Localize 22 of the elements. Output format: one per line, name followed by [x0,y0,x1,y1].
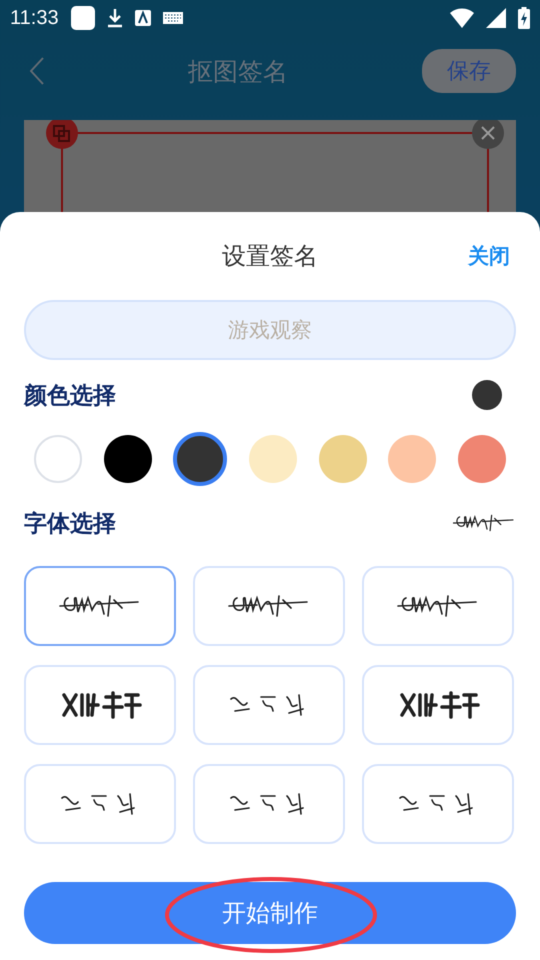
name-input-field[interactable]: 游戏观察 [24,300,516,360]
app-icon [70,6,95,30]
wifi-icon [450,8,474,28]
battery-icon [518,7,530,29]
close-button[interactable]: 关闭 [468,242,510,270]
save-button[interactable]: 保存 [422,49,516,93]
section-title: 字体选择 [24,510,116,538]
font-option[interactable] [24,566,176,646]
download-icon [106,8,123,28]
keyboard-icon [162,12,183,24]
color-swatch[interactable] [458,435,506,483]
sheet-title: 设置签名 [222,241,318,272]
color-swatch[interactable] [388,435,436,483]
back-icon[interactable] [30,57,44,85]
start-button[interactable]: 开始制作 [24,882,516,944]
signal-icon [486,8,506,28]
color-swatch[interactable] [318,435,367,483]
page-title: 抠图签名 [187,56,289,88]
status-time: 11:33 [10,6,59,30]
section-title: 颜色选择 [24,382,116,410]
color-swatch[interactable] [104,435,152,483]
color-swatch[interactable] [248,435,297,483]
